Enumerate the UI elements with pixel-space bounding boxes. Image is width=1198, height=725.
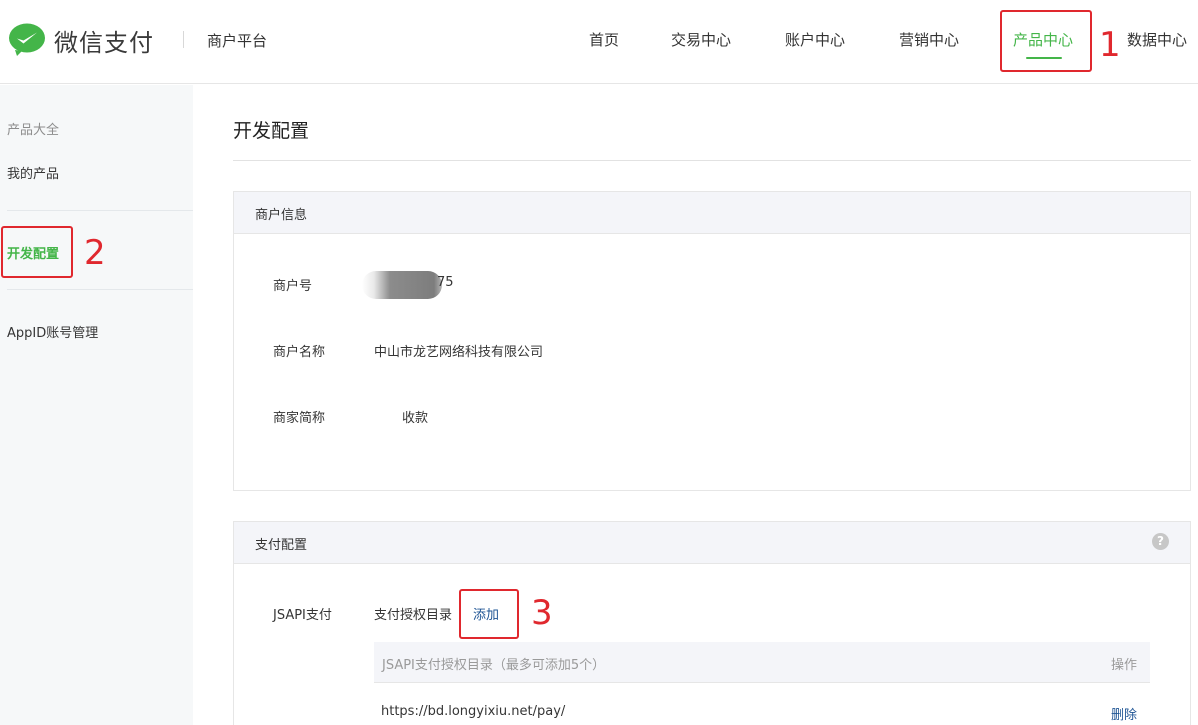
col-actions: 操作	[1111, 658, 1138, 673]
page-title: 开发配置	[233, 120, 310, 142]
merchant-info-header: 商户信息	[234, 192, 1190, 234]
wechat-pay-logo[interactable]: 微信支付	[8, 22, 154, 58]
sidebar-divider	[7, 289, 193, 290]
sidebar-title: 产品大全	[7, 123, 60, 138]
nav-transaction-center[interactable]: 交易中心	[671, 29, 731, 50]
annotation-number-3: 3	[531, 593, 553, 633]
brand-name: 微信支付	[54, 28, 154, 57]
nav-marketing-center[interactable]: 营销中心	[899, 29, 959, 50]
platform-name: 商户平台	[207, 32, 268, 50]
payment-config-panel: 支付配置	[233, 521, 1191, 725]
merchant-id-value: 75	[437, 275, 454, 290]
nav-home[interactable]: 首页	[589, 29, 619, 50]
annotation-number-1: 1	[1099, 25, 1121, 65]
annotation-box-3	[459, 589, 519, 639]
sidebar-divider	[7, 210, 193, 211]
auth-dir-table-header: JSAPI支付授权目录（最多可添加5个） 操作	[374, 642, 1150, 683]
annotation-box-1	[1000, 10, 1092, 72]
help-icon[interactable]: ?	[1152, 533, 1169, 550]
wechat-pay-logo-icon	[9, 23, 45, 56]
redaction-blur	[362, 271, 442, 299]
logo-divider	[183, 31, 184, 48]
sidebar-item-appid-management[interactable]: AppID账号管理	[7, 322, 98, 341]
payment-config-heading: 支付配置	[255, 538, 308, 553]
merchant-short-name-value: 收款	[402, 411, 429, 426]
merchant-name-label: 商户名称	[273, 345, 326, 360]
jsapi-label: JSAPI支付	[273, 608, 332, 623]
delete-auth-dir-button[interactable]: 删除	[1111, 704, 1137, 723]
sidebar: 产品大全 我的产品 开发配置 AppID账号管理	[0, 85, 193, 725]
nav-account-center[interactable]: 账户中心	[785, 29, 845, 50]
col-auth-dir: JSAPI支付授权目录（最多可添加5个）	[382, 658, 606, 673]
merchant-short-name-label: 商家简称	[273, 411, 326, 426]
annotation-number-2: 2	[84, 233, 106, 273]
payment-config-header: 支付配置	[234, 522, 1190, 564]
merchant-id-label: 商户号	[273, 279, 313, 294]
title-divider	[233, 160, 1191, 161]
annotation-box-2	[1, 226, 73, 278]
auth-dir-url: https://bd.longyixiu.net/pay/	[381, 704, 566, 719]
auth-dir-label: 支付授权目录	[374, 608, 453, 623]
nav-data-center[interactable]: 数据中心	[1127, 29, 1187, 50]
merchant-name-value: 中山市龙艺网络科技有限公司	[374, 345, 544, 360]
sidebar-item-my-products[interactable]: 我的产品	[7, 163, 59, 182]
merchant-info-heading: 商户信息	[255, 208, 308, 223]
